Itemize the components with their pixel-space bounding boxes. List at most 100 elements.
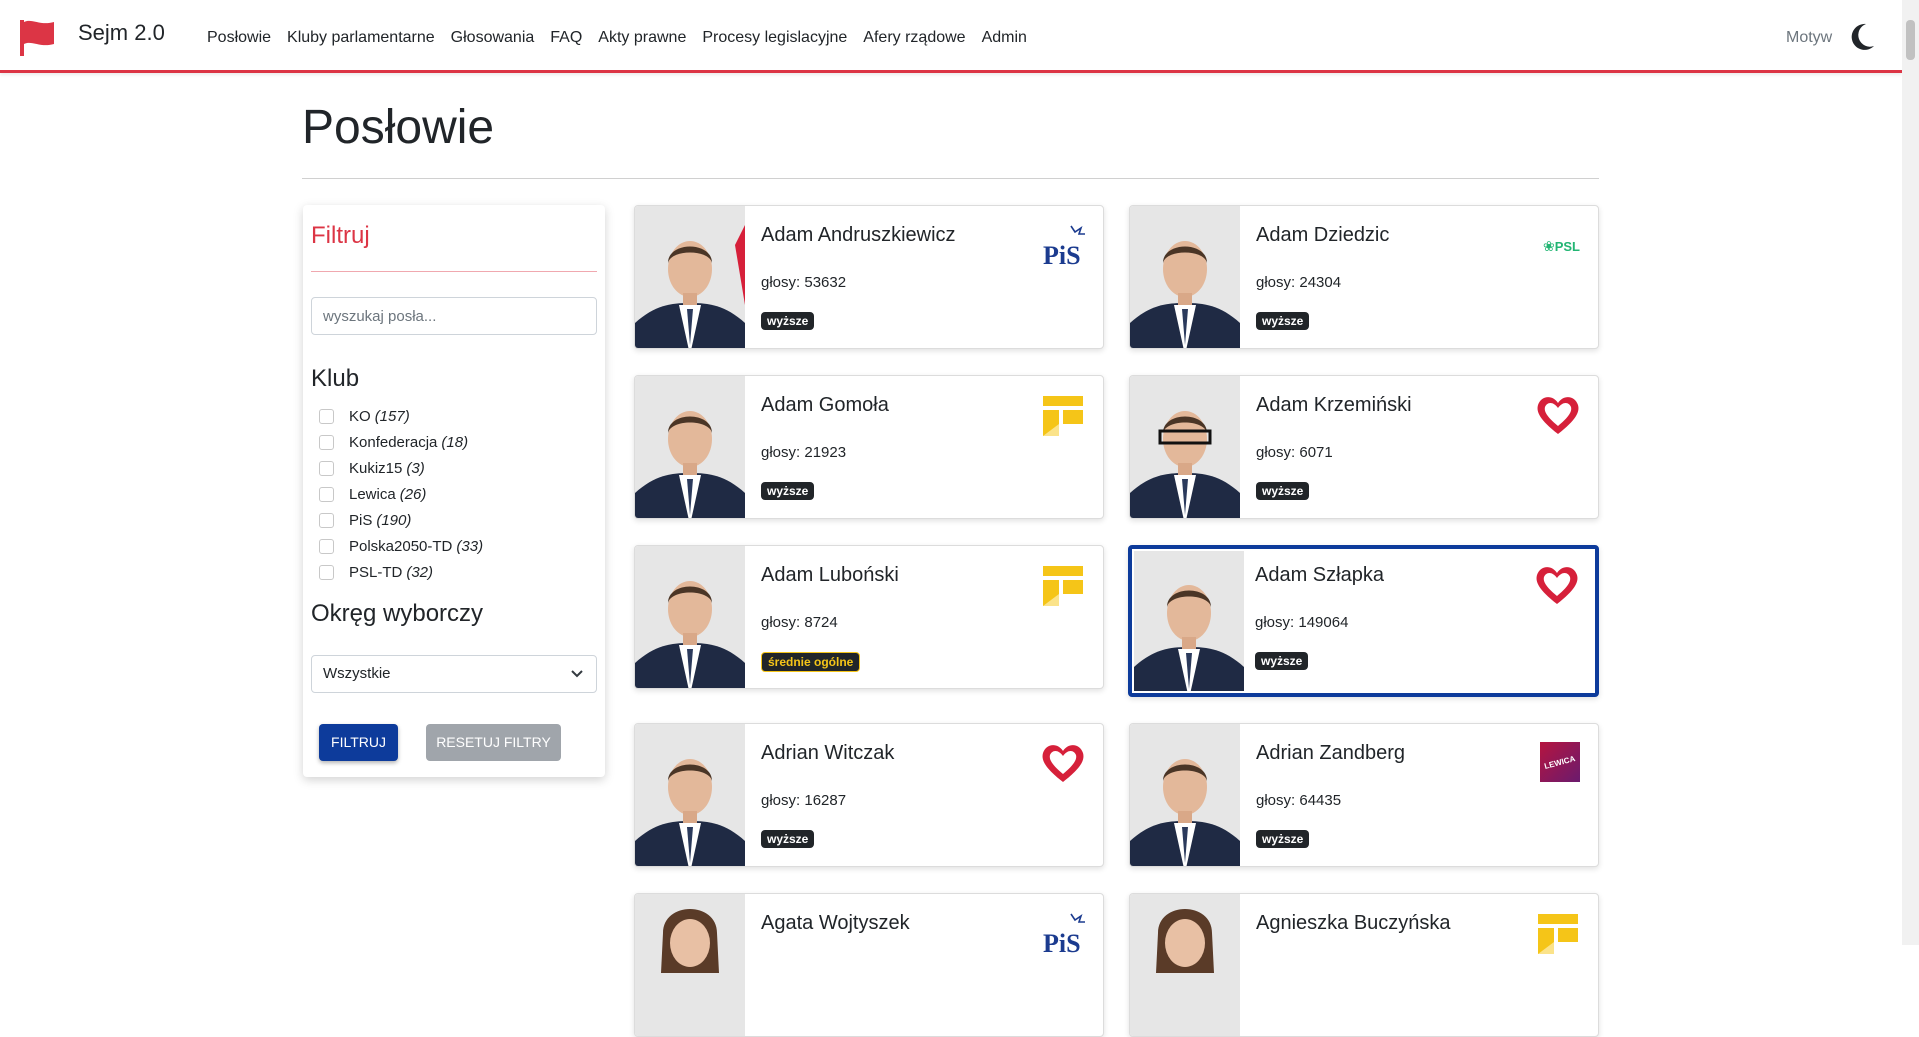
- theme-label: Motyw: [1786, 29, 1833, 46]
- polska2050-logo-icon: [1538, 914, 1578, 954]
- club-count: (26): [399, 485, 427, 503]
- education-badge: średnie ogólne: [761, 652, 861, 672]
- deputy-photo: [635, 546, 745, 688]
- nav-poslowie[interactable]: Posłowie: [207, 29, 271, 47]
- nav-akty-prawne[interactable]: Akty prawne: [598, 29, 686, 47]
- deputy-card[interactable]: Adam Krzemiński głosy: 6071 wyższe: [1129, 375, 1599, 519]
- polska2050-logo-icon: [1043, 566, 1083, 606]
- deputy-photo: [635, 724, 745, 866]
- club-count: (157): [374, 407, 410, 425]
- deputy-card[interactable]: Adam Dziedzic głosy: 24304 wyższe ❀ PSL: [1129, 205, 1599, 349]
- district-value: Wszystkie: [323, 665, 391, 682]
- checkbox[interactable]: [319, 408, 334, 424]
- nav-kluby[interactable]: Kluby parlamentarne: [287, 29, 435, 47]
- deputy-name[interactable]: Adam Krzemiński: [1256, 394, 1412, 417]
- ko-heart-icon: [1536, 567, 1578, 604]
- lewica-logo-text: LEWICA: [1543, 753, 1577, 771]
- checkbox[interactable]: [319, 564, 334, 580]
- deputy-name[interactable]: Adam Dziedzic: [1256, 224, 1389, 247]
- deputy-card[interactable]: Agnieszka Buczyńska: [1129, 893, 1599, 1037]
- deputy-name[interactable]: Adam Andruszkiewicz: [761, 224, 956, 247]
- education-badge: wyższe: [761, 312, 815, 330]
- club-name: Konfederacja: [349, 433, 438, 451]
- deputy-photo: [1130, 206, 1240, 348]
- deputy-name[interactable]: Adam Szłapka: [1255, 564, 1384, 587]
- psl-logo-icon: ❀ PSL: [1536, 224, 1580, 268]
- deputy-name[interactable]: Adam Gomoła: [761, 394, 889, 417]
- nav-afery[interactable]: Afery rządowe: [863, 29, 965, 47]
- nav-procesy[interactable]: Procesy legislacyjne: [702, 29, 847, 47]
- divider: [311, 271, 597, 272]
- deputy-photo: [635, 894, 745, 1036]
- club-list: KO (157) Konfederacja (18) Kukiz15 (3) Lewi…: [319, 403, 483, 585]
- nav-glosowania[interactable]: Głosowania: [451, 29, 535, 47]
- navbar: Sejm 2.0 Posłowie Kluby parlamentarne Gł…: [0, 0, 1902, 73]
- reset-filters-button[interactable]: Resetuj filtry: [426, 724, 561, 761]
- nav-admin[interactable]: Admin: [982, 29, 1027, 47]
- nav-faq[interactable]: FAQ: [550, 29, 582, 47]
- deputy-photo: [1130, 376, 1240, 518]
- club-checkbox-kukiz15[interactable]: Kukiz15 (3): [319, 455, 483, 481]
- education-badge: wyższe: [761, 482, 815, 500]
- deputy-name[interactable]: Adrian Witczak: [761, 742, 894, 765]
- deputy-name[interactable]: Agata Wojtyszek: [761, 912, 910, 935]
- club-checkbox-lewica[interactable]: Lewica (26): [319, 481, 483, 507]
- app-brand[interactable]: Sejm 2.0: [78, 20, 165, 46]
- deputy-votes: głosy: 21923: [761, 444, 847, 461]
- deputy-votes: głosy: 24304: [1256, 274, 1342, 291]
- club-count: (190): [376, 511, 412, 529]
- search-input[interactable]: [311, 297, 597, 335]
- deputy-name[interactable]: Adrian Zandberg: [1256, 742, 1405, 765]
- club-name: Kukiz15: [349, 459, 403, 477]
- scrollbar[interactable]: [1902, 0, 1919, 945]
- deputy-card-selected[interactable]: Adam Szłapka głosy: 149064 wyższe: [1128, 545, 1599, 697]
- club-name: KO: [349, 407, 371, 425]
- club-heading: Klub: [311, 365, 360, 392]
- club-checkbox-psl[interactable]: PSL-TD (32): [319, 559, 483, 585]
- club-count: (32): [406, 563, 434, 581]
- deputy-name[interactable]: Adam Luboński: [761, 564, 899, 587]
- deputy-card[interactable]: Adam Andruszkiewicz głosy: 53632 wyższe: [634, 205, 1104, 349]
- page-title: Posłowie: [302, 101, 495, 154]
- club-checkbox-pis[interactable]: PiS (190): [319, 507, 483, 533]
- checkbox[interactable]: [319, 460, 334, 476]
- moon-icon[interactable]: [1848, 22, 1876, 52]
- deputy-photo: [635, 376, 745, 518]
- club-count: (18): [441, 433, 469, 451]
- flag-icon[interactable]: [18, 18, 56, 56]
- deputy-card[interactable]: Adam Luboński głosy: 8724 średnie ogólne: [634, 545, 1104, 689]
- club-name: Lewica: [349, 485, 396, 503]
- deputy-name[interactable]: Agnieszka Buczyńska: [1256, 912, 1451, 935]
- deputy-card[interactable]: Agata Wojtyszek: [634, 893, 1104, 1037]
- club-count: (33): [456, 537, 484, 555]
- deputy-photo: [1130, 724, 1240, 866]
- deputy-votes: głosy: 149064: [1255, 614, 1349, 631]
- district-select[interactable]: Wszystkie: [311, 655, 597, 693]
- club-name: PSL-TD: [349, 563, 403, 581]
- psl-logo-text: PSL: [1554, 238, 1580, 254]
- checkbox[interactable]: [319, 512, 334, 528]
- scrollbar-thumb[interactable]: [1906, 20, 1915, 60]
- deputy-votes: głosy: 16287: [761, 792, 847, 809]
- club-checkbox-polska2050[interactable]: Polska2050-TD (33): [319, 533, 483, 559]
- club-name: PiS: [349, 511, 373, 529]
- ko-heart-icon: [1042, 745, 1084, 782]
- club-checkbox-ko[interactable]: KO (157): [319, 403, 483, 429]
- club-checkbox-konfederacja[interactable]: Konfederacja (18): [319, 429, 483, 455]
- education-badge: wyższe: [1255, 652, 1309, 670]
- deputy-votes: głosy: 53632: [761, 274, 847, 291]
- ko-heart-icon: [1537, 397, 1579, 434]
- deputy-votes: głosy: 6071: [1256, 444, 1333, 461]
- deputy-card[interactable]: Adrian Witczak głosy: 16287 wyższe: [634, 723, 1104, 867]
- checkbox[interactable]: [319, 538, 334, 554]
- deputy-photo: [1134, 551, 1244, 691]
- checkbox[interactable]: [319, 434, 334, 450]
- education-badge: wyższe: [1256, 830, 1310, 848]
- deputy-card[interactable]: Adam Gomoła głosy: 21923 wyższe: [634, 375, 1104, 519]
- divider: [302, 178, 1599, 179]
- deputy-card[interactable]: Adrian Zandberg głosy: 64435 wyższe LEWI…: [1129, 723, 1599, 867]
- checkbox[interactable]: [319, 486, 334, 502]
- deputy-votes: głosy: 64435: [1256, 792, 1342, 809]
- filter-button[interactable]: Filtruj: [319, 724, 398, 761]
- deputy-photo: [635, 206, 745, 348]
